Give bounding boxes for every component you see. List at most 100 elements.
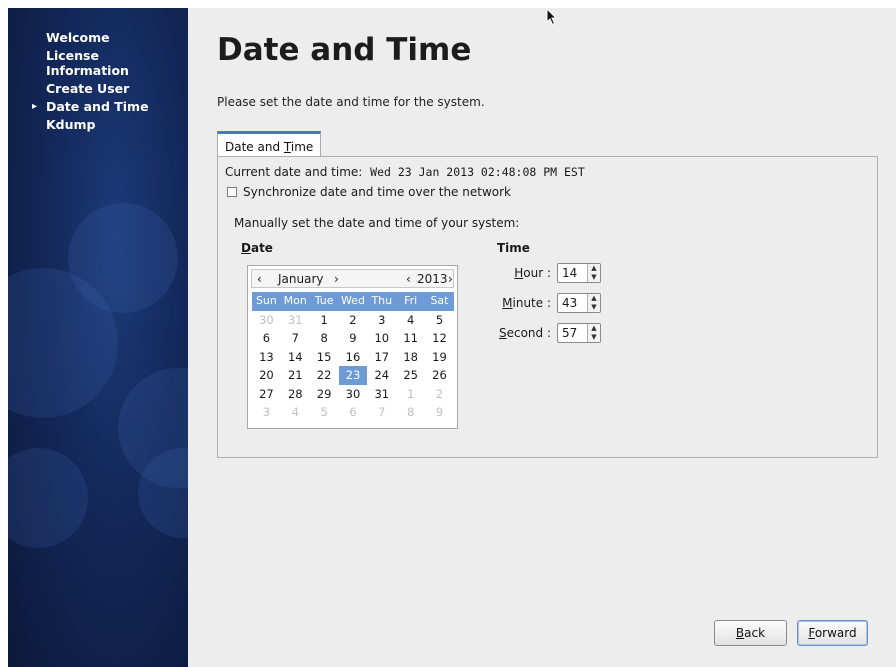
calendar-day-outside-month[interactable]: 5 <box>310 403 339 422</box>
calendar-day[interactable]: 24 <box>367 366 396 385</box>
calendar-day-outside-month[interactable]: 9 <box>425 403 454 422</box>
calendar-day[interactable]: 17 <box>367 348 396 367</box>
hour-spinbox[interactable]: 14 ▲ ▼ <box>557 263 601 283</box>
second-increment-icon[interactable]: ▲ <box>588 324 600 333</box>
calendar-day-selected[interactable]: 23 <box>338 366 368 385</box>
sync-network-row[interactable]: Synchronize date and time over the netwo… <box>227 185 511 199</box>
second-mnemonic: S <box>498 326 507 340</box>
sidebar-item-license-information[interactable]: License Information <box>8 48 178 78</box>
calendar-week-row: 6 7 8 9 10 11 12 <box>252 329 454 348</box>
hour-input[interactable]: 14 <box>558 264 587 282</box>
sidebar-item-label: Welcome <box>46 30 110 45</box>
calendar-grid: Sun Mon Tue Wed Thu Fri Sat 30 31 1 2 3 4 5 6 7 8 9 10 11 12… <box>252 292 454 422</box>
calendar-day[interactable]: 29 <box>310 385 339 404</box>
minute-label-rest: inute : <box>512 296 552 310</box>
calendar-day[interactable]: 28 <box>281 385 310 404</box>
minute-row: Minute : 43 ▲ ▼ <box>498 293 601 313</box>
calendar-week-row: 30 31 1 2 3 4 5 <box>252 311 454 330</box>
next-year-button[interactable]: › <box>448 272 453 286</box>
prev-month-button[interactable]: ‹ <box>257 272 262 286</box>
calendar-day-outside-month[interactable]: 7 <box>367 403 396 422</box>
sync-network-checkbox[interactable] <box>227 187 237 197</box>
calendar[interactable]: ‹ January › ‹ 2013 › Sun Mon Tue Wed Thu Fri S… <box>247 265 458 429</box>
hour-increment-icon[interactable]: ▲ <box>588 264 600 273</box>
calendar-day[interactable]: 22 <box>310 366 339 385</box>
calendar-day[interactable]: 18 <box>396 348 425 367</box>
minute-input[interactable]: 43 <box>558 294 587 312</box>
second-spin-buttons: ▲ ▼ <box>587 324 600 342</box>
sidebar-item-kdump[interactable]: Kdump <box>8 117 178 132</box>
calendar-day-outside-month[interactable]: 3 <box>252 403 281 422</box>
current-datetime-value: Wed 23 Jan 2013 02:48:08 PM EST <box>370 165 585 179</box>
next-month-button[interactable]: › <box>334 272 339 286</box>
minute-spinbox[interactable]: 43 ▲ ▼ <box>557 293 601 313</box>
calendar-day-outside-month[interactable]: 8 <box>396 403 425 422</box>
calendar-day[interactable]: 30 <box>339 385 368 404</box>
weekday-label: Sun <box>255 294 277 307</box>
calendar-day[interactable]: 20 <box>252 366 281 385</box>
calendar-week-row: 3456789 <box>252 403 454 422</box>
calendar-day-outside-month[interactable]: 31 <box>281 311 310 330</box>
calendar-day[interactable]: 11 <box>396 329 425 348</box>
tab-label-suffix: ime <box>290 140 314 154</box>
calendar-day-outside-month[interactable]: 2 <box>425 385 454 404</box>
second-spinbox[interactable]: 57 ▲ ▼ <box>557 323 601 343</box>
forward-button[interactable]: Forward <box>797 620 868 646</box>
calendar-day[interactable]: 4 <box>396 311 425 330</box>
sidebar-item-label: Kdump <box>46 117 96 132</box>
calendar-day[interactable]: 3 <box>367 311 396 330</box>
calendar-day[interactable]: 14 <box>281 348 310 367</box>
calendar-day[interactable]: 26 <box>425 366 454 385</box>
second-decrement-icon[interactable]: ▼ <box>588 333 600 342</box>
main-content: Date and Time Please set the date and ti… <box>188 8 896 667</box>
back-label-rest: ack <box>744 626 766 640</box>
calendar-day[interactable]: 12 <box>425 329 454 348</box>
sidebar-item-date-and-time[interactable]: ▸ Date and Time <box>8 99 178 114</box>
sidebar-item-create-user[interactable]: Create User <box>8 81 178 96</box>
mouse-cursor-icon <box>546 8 558 26</box>
calendar-day[interactable]: 10 <box>367 329 396 348</box>
calendar-day[interactable]: 13 <box>252 348 281 367</box>
calendar-day[interactable]: 2 <box>339 311 368 330</box>
calendar-day-outside-month[interactable]: 6 <box>339 403 368 422</box>
hour-spin-buttons: ▲ ▼ <box>587 264 600 282</box>
calendar-day-outside-month[interactable]: 30 <box>252 311 281 330</box>
calendar-day[interactable]: 27 <box>252 385 281 404</box>
sidebar-item-welcome[interactable]: Welcome <box>8 30 178 45</box>
minute-increment-icon[interactable]: ▲ <box>588 294 600 303</box>
calendar-day[interactable]: 15 <box>310 348 339 367</box>
back-mnemonic: B <box>735 626 745 640</box>
calendar-day[interactable]: 1 <box>310 311 339 330</box>
back-button[interactable]: Back <box>714 620 787 646</box>
calendar-day[interactable]: 8 <box>310 329 339 348</box>
calendar-day[interactable]: 16 <box>339 348 368 367</box>
calendar-day[interactable]: 19 <box>425 348 454 367</box>
calendar-day-outside-month[interactable]: 4 <box>281 403 310 422</box>
calendar-day[interactable]: 5 <box>425 311 454 330</box>
second-input[interactable]: 57 <box>558 324 587 342</box>
weekday-label: Sat <box>430 294 449 307</box>
sidebar-item-label: Date and Time <box>46 99 149 114</box>
tab-date-and-time[interactable]: Date and Time <box>217 131 322 157</box>
hour-label-rest: our : <box>523 266 551 280</box>
minute-decrement-icon[interactable]: ▼ <box>588 303 600 312</box>
calendar-week-row: 20 21 22 23 24 25 26 <box>252 366 454 385</box>
sidebar-nav: Welcome License Information Create User … <box>8 30 188 135</box>
calendar-day-outside-month[interactable]: 1 <box>396 385 425 404</box>
current-datetime: Current date and time: Wed 23 Jan 2013 0… <box>225 165 585 179</box>
calendar-day[interactable]: 6 <box>252 329 281 348</box>
second-label: Second : <box>498 326 551 340</box>
weekday-label: Tue <box>314 294 334 307</box>
calendar-day[interactable]: 25 <box>396 366 425 385</box>
active-arrow-icon: ▸ <box>32 101 38 112</box>
prev-year-button[interactable]: ‹ <box>406 272 411 286</box>
calendar-day[interactable]: 7 <box>281 329 310 348</box>
calendar-day[interactable]: 21 <box>281 366 310 385</box>
date-heading-rest: ate <box>250 241 273 255</box>
date-heading: Date <box>241 241 273 255</box>
forward-label-rest: orward <box>814 626 857 640</box>
calendar-day[interactable]: 31 <box>367 385 396 404</box>
calendar-week-row: 13 14 15 16 17 18 19 <box>252 348 454 367</box>
hour-decrement-icon[interactable]: ▼ <box>588 273 600 282</box>
calendar-day[interactable]: 9 <box>339 329 368 348</box>
